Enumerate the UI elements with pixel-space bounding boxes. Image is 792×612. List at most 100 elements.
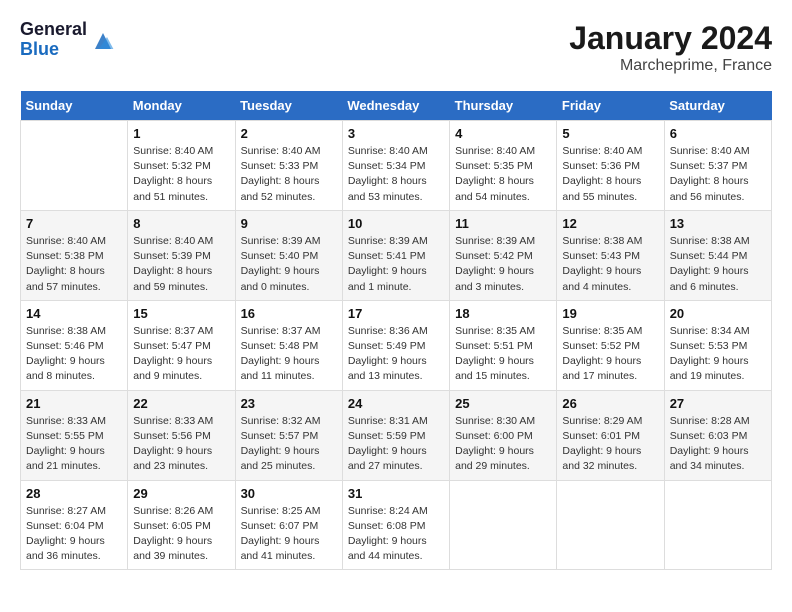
day-info: Sunrise: 8:31 AMSunset: 5:59 PMDaylight:… — [348, 414, 444, 475]
day-info: Sunrise: 8:24 AMSunset: 6:08 PMDaylight:… — [348, 504, 444, 565]
day-number: 6 — [670, 126, 766, 141]
calendar-cell: 24 Sunrise: 8:31 AMSunset: 5:59 PMDayligh… — [342, 390, 449, 480]
logo-blue: Blue — [20, 40, 87, 60]
header-thursday: Thursday — [450, 91, 557, 121]
calendar-header-row: SundayMondayTuesdayWednesdayThursdayFrid… — [21, 91, 772, 121]
calendar-cell — [450, 480, 557, 570]
day-number: 11 — [455, 216, 551, 231]
logo-text: General Blue — [20, 20, 87, 60]
day-info: Sunrise: 8:39 AMSunset: 5:41 PMDaylight:… — [348, 234, 444, 295]
day-number: 10 — [348, 216, 444, 231]
header-sunday: Sunday — [21, 91, 128, 121]
day-number: 23 — [241, 396, 337, 411]
day-info: Sunrise: 8:37 AMSunset: 5:48 PMDaylight:… — [241, 324, 337, 385]
calendar-table: SundayMondayTuesdayWednesdayThursdayFrid… — [20, 91, 772, 570]
calendar-cell: 14Sunrise: 8:38 AMSunset: 5:46 PMDayligh… — [21, 300, 128, 390]
day-number: 12 — [562, 216, 658, 231]
day-info: Sunrise: 8:38 AMSunset: 5:44 PMDaylight:… — [670, 234, 766, 295]
day-number: 19 — [562, 306, 658, 321]
day-info: Sunrise: 8:39 AMSunset: 5:40 PMDaylight:… — [241, 234, 337, 295]
calendar-week-row: 28 Sunrise: 8:27 AMSunset: 6:04 PMDayligh… — [21, 480, 772, 570]
day-number: 1 — [133, 126, 229, 141]
calendar-cell: 25 Sunrise: 8:30 AMSunset: 6:00 PMDayligh… — [450, 390, 557, 480]
day-number: 17 — [348, 306, 444, 321]
day-number: 8 — [133, 216, 229, 231]
day-number: 13 — [670, 216, 766, 231]
day-info: Sunrise: 8:30 AMSunset: 6:00 PMDaylight:… — [455, 414, 551, 475]
day-number: 9 — [241, 216, 337, 231]
calendar-cell: 11 Sunrise: 8:39 AMSunset: 5:42 PMDayligh… — [450, 210, 557, 300]
day-number: 5 — [562, 126, 658, 141]
calendar-cell: 5Sunrise: 8:40 AMSunset: 5:36 PMDaylight… — [557, 121, 664, 211]
day-info: Sunrise: 8:40 AMSunset: 5:39 PMDaylight:… — [133, 234, 229, 295]
calendar-cell: 13 Sunrise: 8:38 AMSunset: 5:44 PMDayligh… — [664, 210, 771, 300]
day-number: 27 — [670, 396, 766, 411]
day-info: Sunrise: 8:36 AMSunset: 5:49 PMDaylight:… — [348, 324, 444, 385]
day-info: Sunrise: 8:37 AMSunset: 5:47 PMDaylight:… — [133, 324, 229, 385]
logo-icon — [91, 29, 115, 53]
calendar-cell: 10 Sunrise: 8:39 AMSunset: 5:41 PMDayligh… — [342, 210, 449, 300]
day-info: Sunrise: 8:40 AMSunset: 5:37 PMDaylight:… — [670, 144, 766, 205]
header-tuesday: Tuesday — [235, 91, 342, 121]
day-info: Sunrise: 8:29 AMSunset: 6:01 PMDaylight:… — [562, 414, 658, 475]
day-info: Sunrise: 8:40 AMSunset: 5:38 PMDaylight:… — [26, 234, 122, 295]
calendar-week-row: 1 Sunrise: 8:40 AMSunset: 5:32 PMDaylight… — [21, 121, 772, 211]
calendar-cell — [21, 121, 128, 211]
day-number: 15 — [133, 306, 229, 321]
calendar-cell: 29 Sunrise: 8:26 AMSunset: 6:05 PMDayligh… — [128, 480, 235, 570]
day-info: Sunrise: 8:38 AMSunset: 5:43 PMDaylight:… — [562, 234, 658, 295]
day-number: 2 — [241, 126, 337, 141]
calendar-cell: 1 Sunrise: 8:40 AMSunset: 5:32 PMDaylight… — [128, 121, 235, 211]
calendar-cell: 18Sunrise: 8:35 AMSunset: 5:51 PMDayligh… — [450, 300, 557, 390]
day-number: 29 — [133, 486, 229, 501]
calendar-cell: 26 Sunrise: 8:29 AMSunset: 6:01 PMDayligh… — [557, 390, 664, 480]
calendar-cell — [664, 480, 771, 570]
calendar-cell: 27 Sunrise: 8:28 AMSunset: 6:03 PMDayligh… — [664, 390, 771, 480]
day-number: 28 — [26, 486, 122, 501]
calendar-cell: 28 Sunrise: 8:27 AMSunset: 6:04 PMDayligh… — [21, 480, 128, 570]
page-subtitle: Marcheprime, France — [569, 57, 772, 75]
day-info: Sunrise: 8:28 AMSunset: 6:03 PMDaylight:… — [670, 414, 766, 475]
header-friday: Friday — [557, 91, 664, 121]
day-info: Sunrise: 8:26 AMSunset: 6:05 PMDaylight:… — [133, 504, 229, 565]
calendar-week-row: 7 Sunrise: 8:40 AMSunset: 5:38 PMDaylight… — [21, 210, 772, 300]
logo-general: General — [20, 20, 87, 40]
header-monday: Monday — [128, 91, 235, 121]
header-wednesday: Wednesday — [342, 91, 449, 121]
calendar-cell: 21Sunrise: 8:33 AMSunset: 5:55 PMDayligh… — [21, 390, 128, 480]
day-info: Sunrise: 8:40 AMSunset: 5:34 PMDaylight:… — [348, 144, 444, 205]
calendar-cell: 16 Sunrise: 8:37 AMSunset: 5:48 PMDayligh… — [235, 300, 342, 390]
day-info: Sunrise: 8:33 AMSunset: 5:55 PMDaylight:… — [26, 414, 122, 475]
calendar-cell: 19 Sunrise: 8:35 AMSunset: 5:52 PMDayligh… — [557, 300, 664, 390]
calendar-cell: 6 Sunrise: 8:40 AMSunset: 5:37 PMDaylight… — [664, 121, 771, 211]
calendar-cell: 8 Sunrise: 8:40 AMSunset: 5:39 PMDaylight… — [128, 210, 235, 300]
calendar-cell: 31 Sunrise: 8:24 AMSunset: 6:08 PMDayligh… — [342, 480, 449, 570]
header-saturday: Saturday — [664, 91, 771, 121]
day-number: 25 — [455, 396, 551, 411]
calendar-cell: 2 Sunrise: 8:40 AMSunset: 5:33 PMDaylight… — [235, 121, 342, 211]
day-info: Sunrise: 8:39 AMSunset: 5:42 PMDaylight:… — [455, 234, 551, 295]
day-info: Sunrise: 8:27 AMSunset: 6:04 PMDaylight:… — [26, 504, 122, 565]
calendar-cell: 9 Sunrise: 8:39 AMSunset: 5:40 PMDaylight… — [235, 210, 342, 300]
calendar-cell: 23Sunrise: 8:32 AMSunset: 5:57 PMDayligh… — [235, 390, 342, 480]
day-info: Sunrise: 8:25 AMSunset: 6:07 PMDaylight:… — [241, 504, 337, 565]
day-number: 4 — [455, 126, 551, 141]
day-info: Sunrise: 8:40 AMSunset: 5:33 PMDaylight:… — [241, 144, 337, 205]
day-number: 24 — [348, 396, 444, 411]
calendar-cell: 3Sunrise: 8:40 AMSunset: 5:34 PMDaylight… — [342, 121, 449, 211]
day-info: Sunrise: 8:35 AMSunset: 5:51 PMDaylight:… — [455, 324, 551, 385]
day-info: Sunrise: 8:40 AMSunset: 5:32 PMDaylight:… — [133, 144, 229, 205]
calendar-cell: 12 Sunrise: 8:38 AMSunset: 5:43 PMDayligh… — [557, 210, 664, 300]
day-info: Sunrise: 8:40 AMSunset: 5:35 PMDaylight:… — [455, 144, 551, 205]
day-number: 26 — [562, 396, 658, 411]
day-info: Sunrise: 8:35 AMSunset: 5:52 PMDaylight:… — [562, 324, 658, 385]
calendar-cell — [557, 480, 664, 570]
title-block: January 2024 Marcheprime, France — [569, 20, 772, 75]
calendar-week-row: 21Sunrise: 8:33 AMSunset: 5:55 PMDayligh… — [21, 390, 772, 480]
calendar-cell: 4 Sunrise: 8:40 AMSunset: 5:35 PMDaylight… — [450, 121, 557, 211]
day-number: 16 — [241, 306, 337, 321]
page-title: January 2024 — [569, 20, 772, 57]
day-number: 7 — [26, 216, 122, 231]
day-number: 31 — [348, 486, 444, 501]
day-info: Sunrise: 8:38 AMSunset: 5:46 PMDaylight:… — [26, 324, 122, 385]
